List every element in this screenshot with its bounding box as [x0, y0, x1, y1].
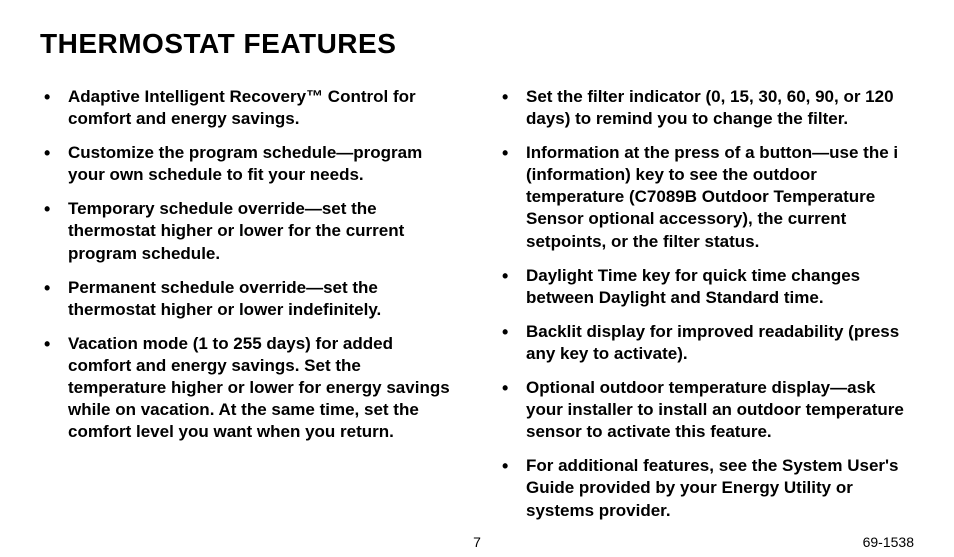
- list-item: Vacation mode (1 to 255 days) for added …: [40, 333, 456, 443]
- list-item: Optional outdoor temperature display—ask…: [498, 377, 914, 443]
- list-item: For additional features, see the System …: [498, 455, 914, 521]
- list-item: Customize the program schedule—program y…: [40, 142, 456, 186]
- list-item: Set the filter indicator (0, 15, 30, 60,…: [498, 86, 914, 130]
- feature-list-left: Adaptive Intelligent Recovery™ Control f…: [40, 86, 456, 443]
- list-item: Backlit display for improved readability…: [498, 321, 914, 365]
- document-number: 69-1538: [863, 534, 914, 550]
- page-footer: 7 69-1538: [40, 534, 914, 539]
- list-item: Adaptive Intelligent Recovery™ Control f…: [40, 86, 456, 130]
- feature-list-right: Set the filter indicator (0, 15, 30, 60,…: [498, 86, 914, 522]
- list-item: Information at the press of a button—use…: [498, 142, 914, 252]
- list-item: Daylight Time key for quick time changes…: [498, 265, 914, 309]
- content-columns: Adaptive Intelligent Recovery™ Control f…: [40, 86, 914, 534]
- list-item: Permanent schedule override—set the ther…: [40, 277, 456, 321]
- page-title: THERMOSTAT FEATURES: [40, 28, 914, 60]
- page-number: 7: [473, 534, 481, 550]
- list-item: Temporary schedule override—set the ther…: [40, 198, 456, 264]
- left-column: Adaptive Intelligent Recovery™ Control f…: [40, 86, 456, 534]
- right-column: Set the filter indicator (0, 15, 30, 60,…: [498, 86, 914, 534]
